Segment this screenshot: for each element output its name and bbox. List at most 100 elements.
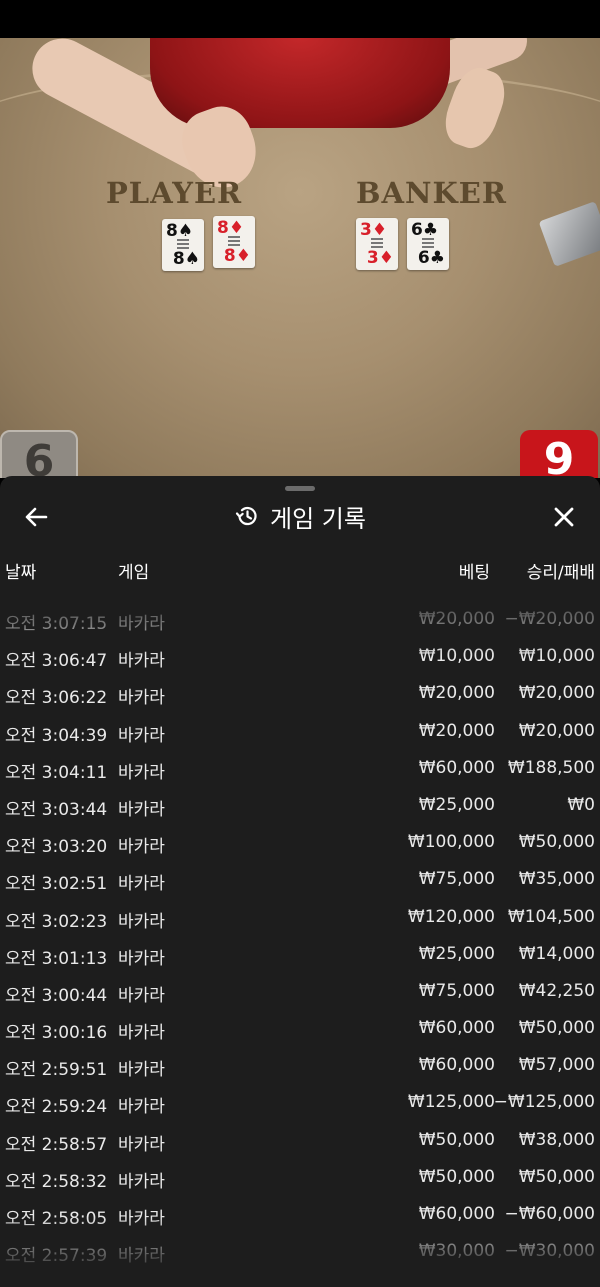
row-date: 오전 2:58:32 [5,1171,108,1192]
history-list[interactable]: 오전 3:07:15 바카라 ₩20,000 −₩20,000 오전 3:06:47 바카… [0,603,600,1272]
row-game: 바카라 [118,688,165,709]
row-bet: ₩75,000 [418,980,495,1001]
row-result: ₩104,500 [507,906,595,927]
history-row[interactable]: 오전 2:58:57 바카라 ₩50,000 ₩38,000 [0,1124,600,1161]
row-game: 바카라 [118,948,165,969]
card-shoe [538,201,600,267]
row-date: 오전 2:59:24 [5,1097,108,1118]
row-date: 오전 2:58:05 [5,1209,108,1229]
row-bet: ₩50,000 [418,1129,495,1150]
player-card: 8♦ 8♦ [213,216,255,268]
row-bet: ₩25,000 [418,794,495,815]
history-row[interactable]: 오전 3:02:51 바카라 ₩75,000 ₩35,000 [0,863,600,900]
history-row[interactable]: 오전 2:59:24 바카라 ₩125,000 −₩125,000 [0,1086,600,1123]
row-bet: ₩75,000 [418,869,495,890]
history-row[interactable]: 오전 3:02:23 바카라 ₩120,000 ₩104,500 [0,901,600,938]
row-result: ₩38,000 [518,1129,595,1150]
row-bet: ₩60,000 [418,1055,495,1076]
history-row[interactable]: 오전 3:07:15 바카라 ₩20,000 −₩20,000 [0,603,600,640]
banker-score: 9 [520,430,598,478]
sheet-title: 게임 기록 [270,504,366,533]
banker-card: 6♣ 6♣ [407,218,449,270]
row-date: 오전 3:03:20 [5,837,108,858]
player-score: 6 [0,430,78,478]
row-bet: ₩60,000 [418,1204,495,1224]
row-date: 오전 2:57:39 [5,1246,108,1267]
history-row[interactable]: 오전 3:01:13 바카라 ₩25,000 ₩14,000 [0,938,600,975]
row-game: 바카라 [118,614,165,634]
row-result: ₩50,000 [518,1018,595,1039]
row-result: −₩60,000 [504,1204,595,1224]
history-row[interactable]: 오전 2:58:05 바카라 ₩60,000 −₩60,000 [0,1198,600,1235]
sheet-grabber[interactable] [285,486,315,491]
row-game: 바카라 [118,1023,165,1044]
row-result: ₩0 [567,794,595,815]
history-row[interactable]: 오전 2:59:51 바카라 ₩60,000 ₩57,000 [0,1049,600,1086]
row-bet: ₩25,000 [418,943,495,964]
row-date: 오전 3:07:15 [5,614,108,634]
row-result: −₩20,000 [504,609,595,629]
history-row[interactable]: 오전 3:03:44 바카라 ₩25,000 ₩0 [0,789,600,826]
row-game: 바카라 [118,1246,165,1267]
row-result: ₩50,000 [518,832,595,853]
row-bet: ₩30,000 [418,1241,495,1262]
row-date: 오전 3:06:22 [5,688,108,709]
row-result: ₩42,250 [518,980,595,1001]
history-row[interactable]: 오전 3:03:20 바카라 ₩100,000 ₩50,000 [0,826,600,863]
history-row[interactable]: 오전 3:00:16 바카라 ₩60,000 ₩50,000 [0,1012,600,1049]
row-date: 오전 3:02:23 [5,911,108,932]
close-button[interactable] [549,502,579,532]
row-bet: ₩60,000 [418,757,495,778]
row-bet: ₩20,000 [418,720,495,741]
row-game: 바카라 [118,799,165,820]
history-icon [235,506,257,526]
row-game: 바카라 [118,1134,165,1155]
row-bet: ₩50,000 [418,1166,495,1187]
row-game: 바카라 [118,651,165,672]
column-header-bet[interactable]: 베팅 [459,558,490,583]
row-date: 오전 3:04:39 [5,725,108,746]
row-date: 오전 3:04:11 [5,762,108,783]
column-header-game[interactable]: 게임 [118,558,149,583]
row-result: ₩20,000 [518,720,595,741]
row-result: −₩125,000 [493,1092,595,1113]
row-bet: ₩10,000 [418,646,495,667]
row-result: ₩57,000 [518,1055,595,1076]
history-row[interactable]: 오전 2:58:32 바카라 ₩50,000 ₩50,000 [0,1161,600,1198]
row-result: ₩35,000 [518,869,595,890]
row-game: 바카라 [118,725,165,746]
row-game: 바카라 [118,1097,165,1118]
column-header-result[interactable]: 승리/패배 [527,558,595,583]
row-result: ₩14,000 [518,943,595,964]
row-date: 오전 3:01:13 [5,948,108,969]
row-game: 바카라 [118,1209,165,1229]
history-row[interactable]: 오전 3:06:22 바카라 ₩20,000 ₩20,000 [0,677,600,714]
row-date: 오전 3:00:44 [5,985,108,1006]
row-result: −₩30,000 [504,1241,595,1262]
history-row[interactable]: 오전 3:00:44 바카라 ₩75,000 ₩42,250 [0,975,600,1012]
row-bet: ₩100,000 [407,832,495,853]
history-row[interactable]: 오전 3:04:39 바카라 ₩20,000 ₩20,000 [0,715,600,752]
sheet-header: 게임 기록 [0,498,600,534]
row-bet: ₩20,000 [418,683,495,704]
row-result: ₩188,500 [507,757,595,778]
row-date: 오전 3:02:51 [5,874,108,895]
row-game: 바카라 [118,1060,165,1081]
row-date: 오전 3:03:44 [5,799,108,820]
history-row[interactable]: 오전 3:04:11 바카라 ₩60,000 ₩188,500 [0,752,600,789]
history-row[interactable]: 오전 3:06:47 바카라 ₩10,000 ₩10,000 [0,640,600,677]
live-dealer-video: PLAYER BANKER 8♠ 8♠ 8♦ 8♦ 3♦ 3♦ 6♣ 6♣ 6 9 [0,38,600,478]
row-bet: ₩125,000 [407,1092,495,1113]
row-bet: ₩20,000 [418,609,495,629]
row-result: ₩20,000 [518,683,595,704]
player-label: PLAYER [106,176,243,210]
row-date: 오전 2:59:51 [5,1060,108,1081]
history-row[interactable]: 오전 2:57:39 바카라 ₩30,000 −₩30,000 [0,1235,600,1272]
row-date: 오전 3:00:16 [5,1023,108,1044]
banker-card: 3♦ 3♦ [356,218,398,270]
row-game: 바카라 [118,911,165,932]
row-game: 바카라 [118,837,165,858]
status-bar [0,0,600,38]
column-header-date[interactable]: 날짜 [5,558,36,583]
row-result: ₩10,000 [518,646,595,667]
